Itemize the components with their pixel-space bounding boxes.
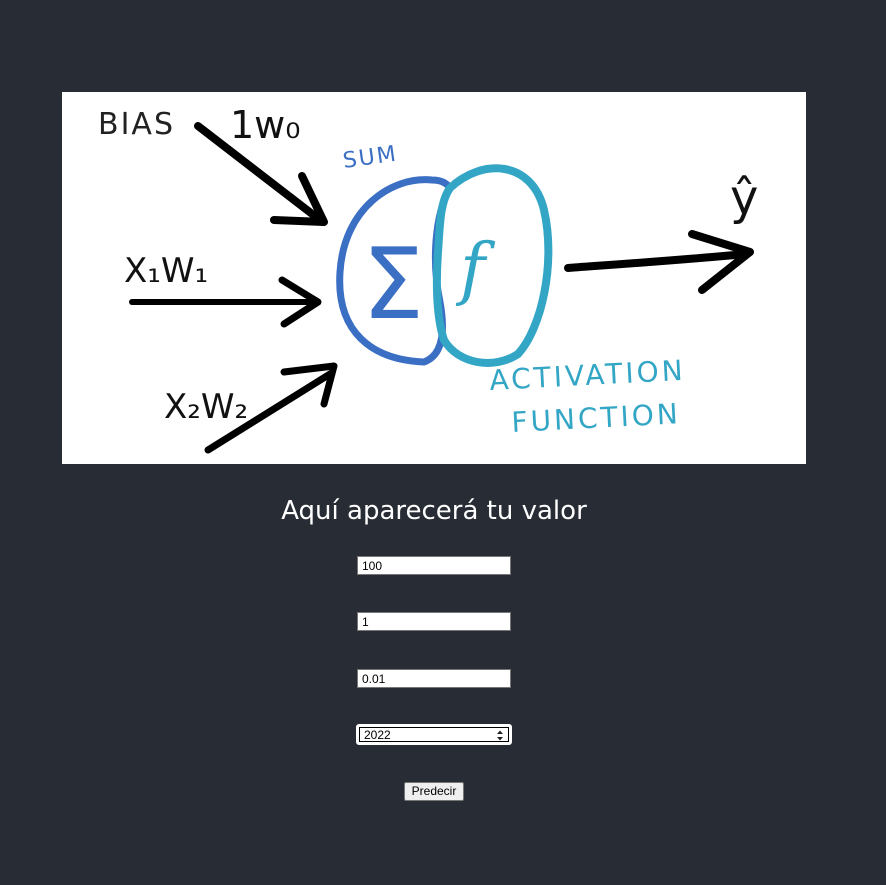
sigma-symbol: Σ [362,228,424,342]
activation-circle [432,164,553,367]
perceptron-diagram: BIAS 1w₀ X₁W₁ X₂W₂ SUM Σ f ACTIVATION FU… [98,103,758,454]
page: BIAS 1w₀ X₁W₁ X₂W₂ SUM Σ f ACTIVATION FU… [0,0,886,885]
x2w2-label: X₂W₂ [164,387,248,427]
perceptron-diagram-image: BIAS 1w₀ X₁W₁ X₂W₂ SUM Σ f ACTIVATION FU… [62,92,806,464]
sum-label: SUM [341,142,399,174]
year-number-input-box[interactable]: 2022 [359,727,509,742]
x1w1-label: X₁W₁ [124,251,208,291]
f-symbol: f [455,230,496,309]
input-field-3[interactable] [357,669,511,688]
activation-label-line2: FUNCTION [511,397,682,439]
input-field-1[interactable] [357,556,511,575]
y-hat-label: ŷ [730,170,758,226]
output-arrow [564,250,750,272]
output-arrowhead [688,230,754,294]
spinner-icon[interactable] [496,729,504,742]
bias-label: BIAS [98,107,175,142]
input-field-2[interactable] [357,612,511,631]
predict-button[interactable]: Predecir [404,782,464,801]
activation-label-line1: ACTIVATION [489,354,687,397]
prediction-result-text: Aquí aparecerá tu valor [281,496,587,526]
year-number-value: 2022 [364,728,391,742]
year-number-input[interactable]: 2022 [356,724,512,745]
w0-label: 1w₀ [230,103,301,147]
